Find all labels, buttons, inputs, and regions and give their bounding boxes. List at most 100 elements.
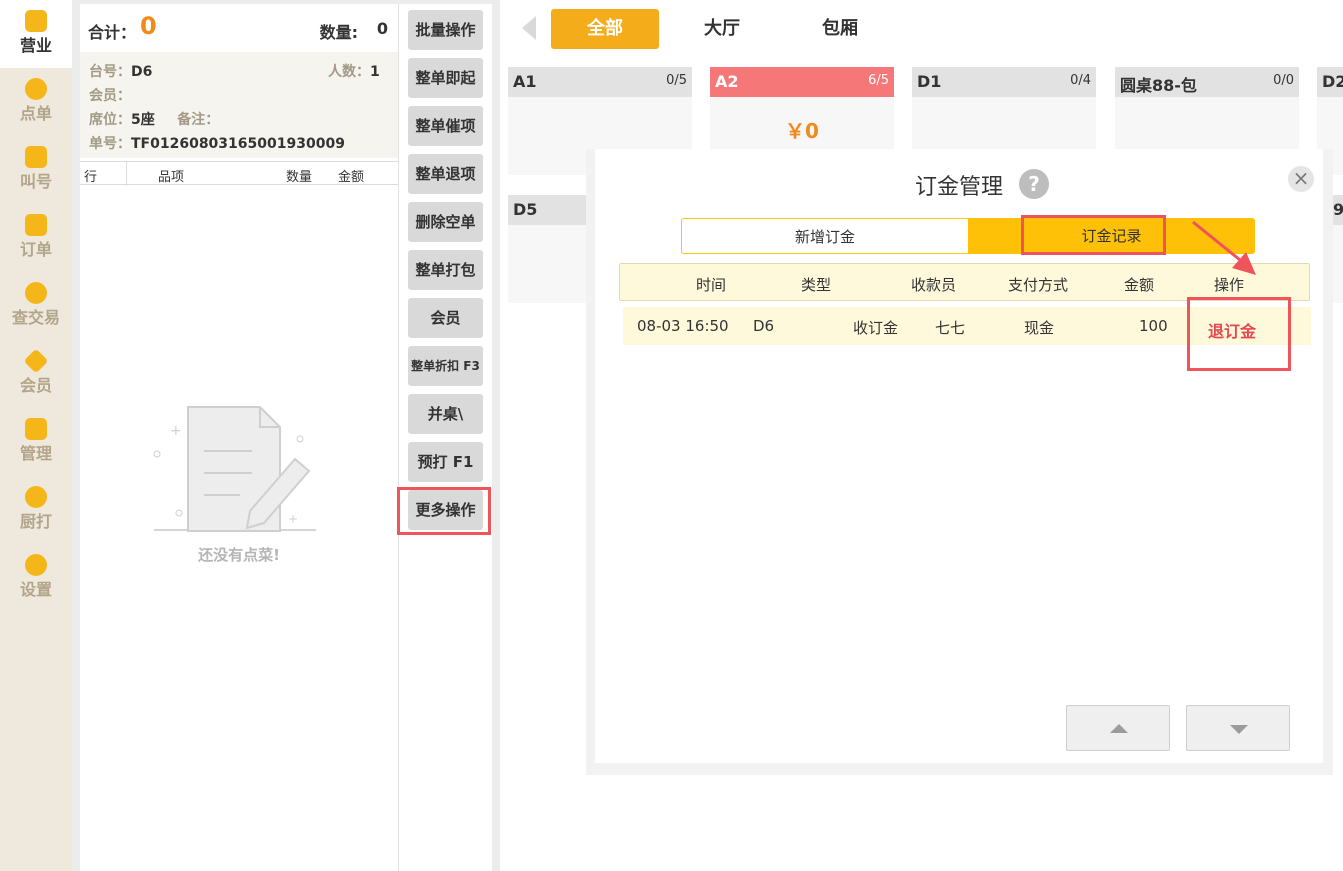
nav-label: 会员 bbox=[19, 376, 52, 395]
pack-all-button[interactable]: 整单打包 bbox=[408, 250, 483, 290]
hand-tap-icon bbox=[25, 78, 47, 100]
table-value: D6 bbox=[131, 64, 153, 80]
number-ticket-icon bbox=[25, 146, 47, 168]
deposit-table-header: 时间 类型 收款员 支付方式 金额 操作 bbox=[619, 263, 1310, 301]
col-item: 品项 bbox=[158, 170, 185, 185]
magnifier-icon bbox=[25, 282, 47, 304]
return-all-button[interactable]: 整单退项 bbox=[408, 154, 483, 194]
fire-all-button[interactable]: 整单即起 bbox=[408, 58, 483, 98]
order-panel: 合计： 0 数量: 0 台号：D6 人数：1 会员： 席位：5座 备注： 单号：… bbox=[80, 4, 398, 871]
svg-text:+: + bbox=[170, 423, 182, 439]
col-amount: 金额 bbox=[338, 170, 365, 185]
table-amount: ￥0 bbox=[785, 119, 819, 143]
note-label: 备注： bbox=[177, 112, 220, 128]
col-cashier: 收款员 bbox=[911, 276, 957, 294]
left-nav: 营业 点单 叫号 订单 查交易 会员 管理 厨打 设置 bbox=[0, 0, 72, 871]
qty-value: 0 bbox=[376, 19, 388, 38]
nav-item-call-number[interactable]: 叫号 bbox=[0, 136, 72, 204]
nav-item-manage[interactable]: 管理 bbox=[0, 408, 72, 476]
nav-label: 管理 bbox=[19, 444, 52, 463]
table-label: 台号： bbox=[89, 64, 131, 80]
gear-icon bbox=[25, 554, 47, 576]
close-icon[interactable]: × bbox=[1288, 166, 1314, 192]
total-label: 合计： bbox=[88, 23, 137, 42]
nav-label: 查交易 bbox=[11, 308, 60, 327]
table-capacity: 0/4 bbox=[1070, 73, 1091, 88]
order-info: 台号：D6 人数：1 会员： 席位：5座 备注： 单号：TF0126080316… bbox=[80, 52, 398, 158]
checklist-icon bbox=[25, 418, 47, 440]
delete-empty-order-button[interactable]: 删除空单 bbox=[408, 202, 483, 242]
seat-label: 席位： bbox=[89, 112, 131, 128]
table-capacity: 0/5 bbox=[666, 73, 687, 88]
triangle-up-icon bbox=[1110, 724, 1128, 733]
tab-add-deposit[interactable]: 新增订金 bbox=[681, 218, 968, 254]
empty-text: 还没有点菜! bbox=[198, 546, 280, 564]
rush-all-button[interactable]: 整单催项 bbox=[408, 106, 483, 146]
printer-icon bbox=[25, 486, 47, 508]
col-amount: 金额 bbox=[1124, 276, 1155, 294]
total-value: 0 bbox=[140, 12, 157, 40]
table-capacity: 6/5 bbox=[868, 73, 889, 88]
page-up-button[interactable] bbox=[1066, 705, 1170, 751]
nav-label: 点单 bbox=[19, 104, 52, 123]
nav-item-business[interactable]: 营业 bbox=[0, 0, 72, 68]
col-qty: 数量 bbox=[286, 170, 313, 185]
row-cashier: 七七 bbox=[935, 319, 966, 337]
operations-column: 批量操作 整单即起 整单催项 整单退项 删除空单 整单打包 会员 整单折扣 F3… bbox=[398, 4, 492, 871]
nav-item-kitchen-print[interactable]: 厨打 bbox=[0, 476, 72, 544]
table-name: 9 bbox=[1333, 200, 1343, 219]
member-label: 会员： bbox=[89, 88, 131, 104]
col-time: 时间 bbox=[696, 276, 727, 294]
order-items-header: 行 品项 数量 金额 bbox=[80, 161, 398, 186]
tab-all[interactable]: 全部 bbox=[551, 9, 659, 49]
svg-text:+: + bbox=[288, 512, 298, 526]
table-name: A2 bbox=[715, 72, 739, 91]
merge-table-button[interactable]: 并桌\ bbox=[408, 394, 483, 434]
nav-item-transactions[interactable]: 查交易 bbox=[0, 272, 72, 340]
people-value: 1 bbox=[370, 64, 380, 80]
triangle-down-icon bbox=[1230, 725, 1248, 734]
empty-document-icon: + + bbox=[153, 406, 316, 532]
nav-item-member[interactable]: 会员 bbox=[0, 340, 72, 408]
col-row: 行 bbox=[84, 170, 98, 185]
nav-item-settings[interactable]: 设置 bbox=[0, 544, 72, 612]
table-card[interactable]: 9 bbox=[1333, 195, 1343, 303]
nav-label: 叫号 bbox=[19, 172, 52, 191]
table-name: D2 bbox=[1322, 72, 1343, 91]
member-button[interactable]: 会员 bbox=[408, 298, 483, 338]
table-name: D1 bbox=[917, 72, 942, 91]
order-summary: 合计： 0 数量: 0 bbox=[80, 4, 398, 50]
col-type: 类型 bbox=[801, 276, 832, 294]
records-tab-highlight bbox=[1021, 215, 1166, 255]
back-arrow-icon[interactable] bbox=[522, 16, 536, 40]
row-table: D6 bbox=[753, 317, 775, 335]
row-amount: 100 bbox=[1139, 317, 1168, 335]
table-capacity: 0/0 bbox=[1273, 73, 1294, 88]
batch-operation-button[interactable]: 批量操作 bbox=[408, 10, 483, 50]
col-action: 操作 bbox=[1214, 276, 1245, 294]
refund-highlight bbox=[1187, 297, 1291, 371]
preprint-button[interactable]: 预打 F1 bbox=[408, 442, 483, 482]
page-down-button[interactable] bbox=[1186, 705, 1290, 751]
order-no-label: 单号： bbox=[89, 136, 131, 152]
row-time: 08-03 16:50 bbox=[637, 317, 729, 335]
tab-hall[interactable]: 大厅 bbox=[668, 9, 776, 49]
nav-label: 订单 bbox=[19, 240, 52, 259]
help-icon[interactable]: ? bbox=[1019, 169, 1049, 199]
table-name: D5 bbox=[513, 200, 538, 219]
table-name: A1 bbox=[513, 72, 537, 91]
nav-item-orders[interactable]: 订单 bbox=[0, 204, 72, 272]
seat-value: 5座 bbox=[131, 112, 155, 128]
nav-label: 设置 bbox=[19, 580, 52, 599]
list-icon bbox=[25, 214, 47, 236]
discount-button[interactable]: 整单折扣 F3 bbox=[408, 346, 483, 386]
nav-label: 厨打 bbox=[19, 512, 52, 531]
qty-label: 数量: bbox=[319, 23, 358, 42]
chart-icon bbox=[25, 10, 47, 32]
deposit-modal: 订金管理 ? × 新增订金 订金记录 时间 类型 收款员 支付方式 金额 操作 … bbox=[586, 149, 1333, 775]
diamond-icon bbox=[23, 348, 49, 374]
more-ops-highlight bbox=[397, 487, 491, 535]
row-type: 收订金 bbox=[853, 319, 899, 337]
nav-item-order[interactable]: 点单 bbox=[0, 68, 72, 136]
tab-private-room[interactable]: 包厢 bbox=[786, 9, 894, 49]
